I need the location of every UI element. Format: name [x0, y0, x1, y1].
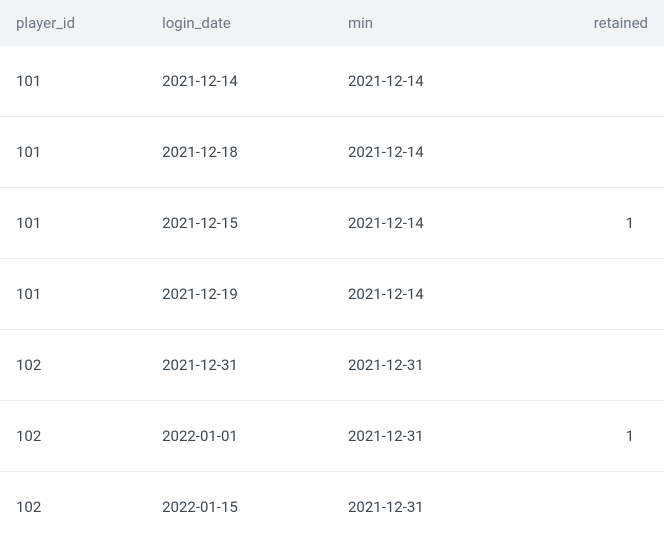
- cell-retained: [518, 117, 664, 188]
- cell-retained: 1: [518, 401, 664, 472]
- header-min: min: [332, 0, 518, 46]
- cell-min: 2021-12-14: [332, 117, 518, 188]
- cell-player-id: 102: [0, 472, 146, 543]
- cell-login-date: 2022-01-01: [146, 401, 332, 472]
- table-row: 101 2021-12-14 2021-12-14: [0, 46, 664, 117]
- cell-login-date: 2021-12-31: [146, 330, 332, 401]
- cell-retained: [518, 46, 664, 117]
- cell-player-id: 102: [0, 330, 146, 401]
- table-row: 102 2022-01-15 2021-12-31: [0, 472, 664, 543]
- cell-player-id: 101: [0, 188, 146, 259]
- cell-login-date: 2022-01-15: [146, 472, 332, 543]
- cell-login-date: 2021-12-15: [146, 188, 332, 259]
- cell-retained: 1: [518, 188, 664, 259]
- cell-retained: [518, 259, 664, 330]
- cell-login-date: 2021-12-14: [146, 46, 332, 117]
- cell-login-date: 2021-12-19: [146, 259, 332, 330]
- cell-min: 2021-12-14: [332, 188, 518, 259]
- header-retained: retained: [518, 0, 664, 46]
- table-row: 102 2021-12-31 2021-12-31: [0, 330, 664, 401]
- cell-min: 2021-12-14: [332, 46, 518, 117]
- table-row: 101 2021-12-19 2021-12-14: [0, 259, 664, 330]
- cell-min: 2021-12-14: [332, 259, 518, 330]
- cell-min: 2021-12-31: [332, 330, 518, 401]
- cell-player-id: 101: [0, 259, 146, 330]
- cell-retained: [518, 472, 664, 543]
- cell-min: 2021-12-31: [332, 472, 518, 543]
- cell-player-id: 101: [0, 117, 146, 188]
- cell-login-date: 2021-12-18: [146, 117, 332, 188]
- cell-player-id: 102: [0, 401, 146, 472]
- cell-player-id: 101: [0, 46, 146, 117]
- table-row: 101 2021-12-15 2021-12-14 1: [0, 188, 664, 259]
- cell-retained: [518, 330, 664, 401]
- cell-min: 2021-12-31: [332, 401, 518, 472]
- table-header-row: player_id login_date min retained: [0, 0, 664, 46]
- table-row: 102 2022-01-01 2021-12-31 1: [0, 401, 664, 472]
- data-table: player_id login_date min retained 101 20…: [0, 0, 664, 542]
- header-player-id: player_id: [0, 0, 146, 46]
- header-login-date: login_date: [146, 0, 332, 46]
- table-row: 101 2021-12-18 2021-12-14: [0, 117, 664, 188]
